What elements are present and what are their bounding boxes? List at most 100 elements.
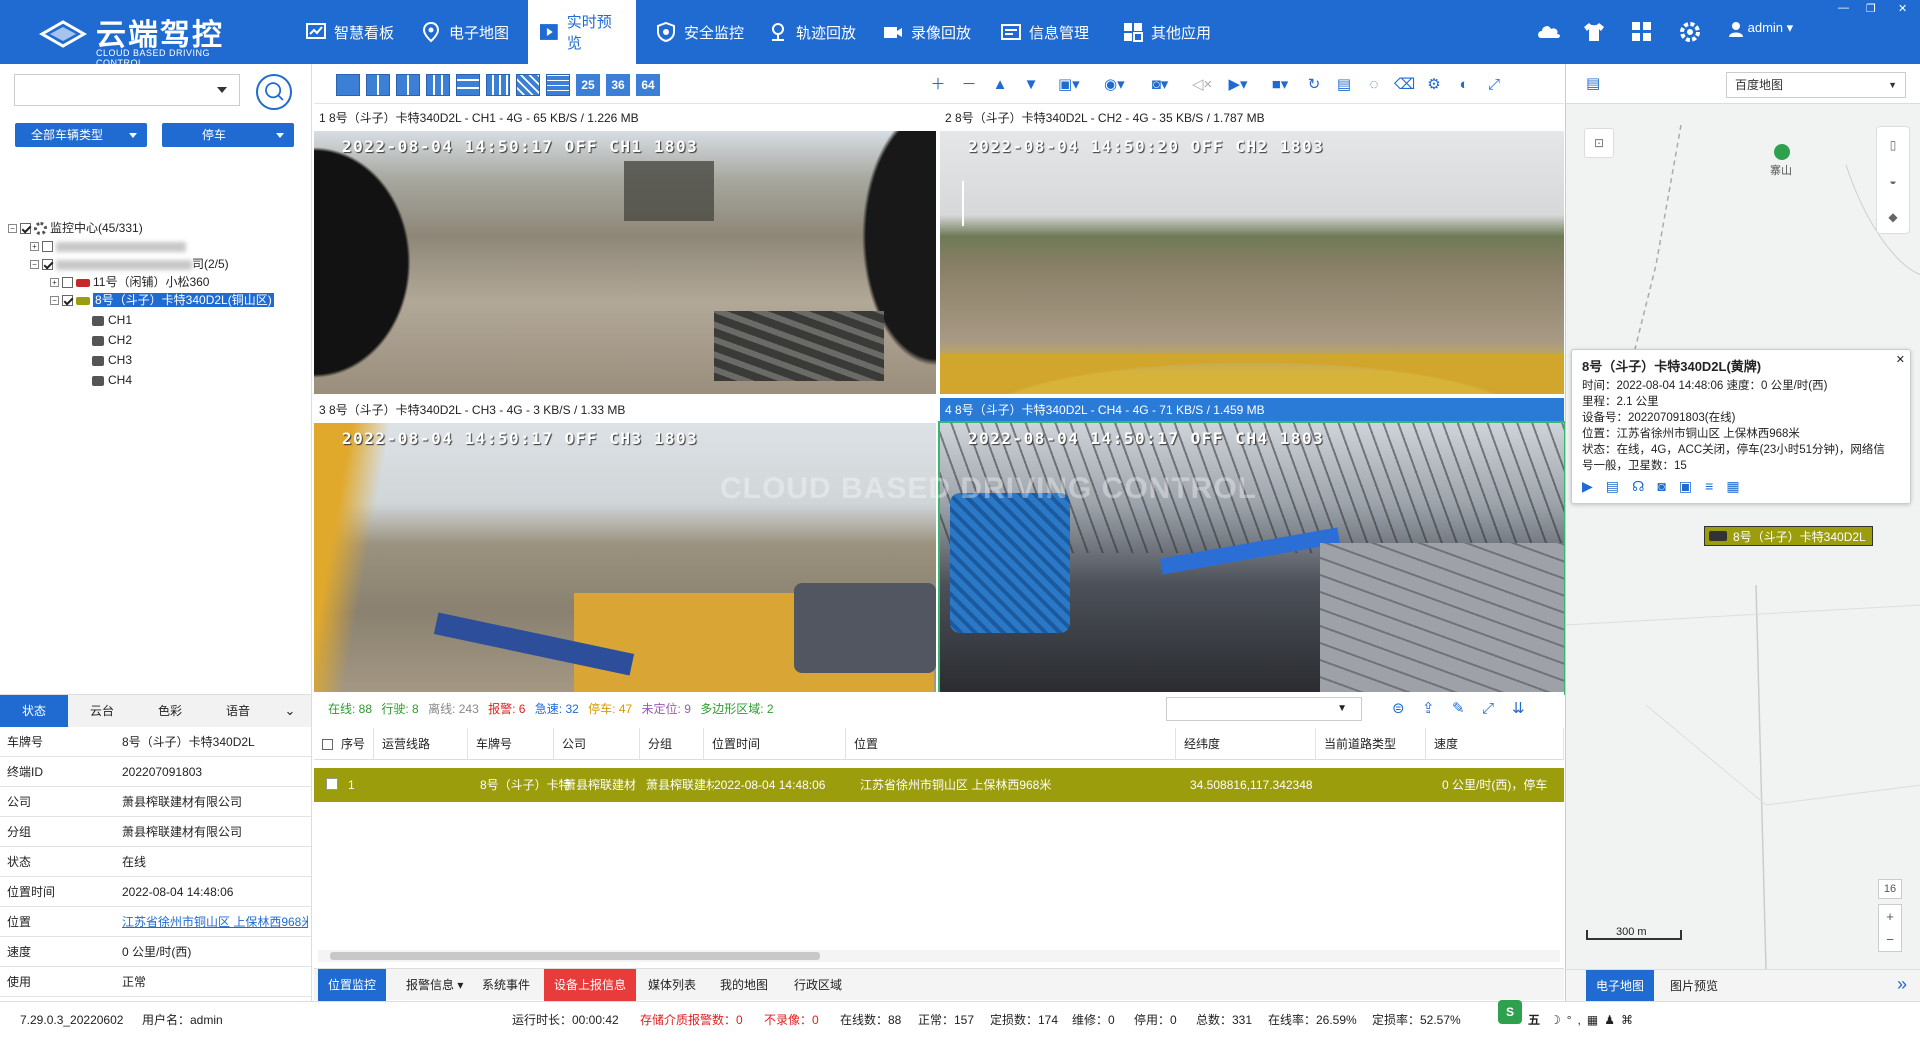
- close-icon[interactable]: ✕: [1898, 2, 1907, 15]
- nav-realtime-preview[interactable]: 实时预览: [528, 0, 636, 64]
- traffic-icon[interactable]: ▯: [1877, 127, 1909, 163]
- zoom-out-icon[interactable]: −: [1879, 928, 1901, 951]
- col-location[interactable]: 位置: [846, 728, 1176, 760]
- layout-6-button[interactable]: [426, 74, 450, 96]
- col-position-time[interactable]: 位置时间: [704, 728, 846, 760]
- layout-icon[interactable]: [1628, 18, 1656, 46]
- collapse-icon[interactable]: −: [30, 260, 39, 270]
- layout-8-button[interactable]: [456, 74, 480, 96]
- ime-toolbar-icons[interactable]: ☽°,▦♟⌘: [1550, 1002, 1639, 1038]
- tab-media-list[interactable]: 媒体列表: [638, 969, 706, 1001]
- tree-root[interactable]: − 监控中心(45/331): [8, 219, 143, 237]
- loading-icon[interactable]: ◌: [1364, 76, 1384, 94]
- chevron-down-icon[interactable]: ⌄: [272, 695, 308, 727]
- nav-video-playback[interactable]: 录像回放: [872, 0, 981, 64]
- tree-channel-1[interactable]: CH1: [92, 311, 132, 329]
- col-route[interactable]: 运营线路: [374, 728, 468, 760]
- tree-group-2-checkbox[interactable]: [42, 259, 53, 271]
- tab-status[interactable]: 状态: [0, 695, 68, 727]
- vehicle-type-dropdown[interactable]: 全部车辆类型: [15, 123, 147, 147]
- layout-10-button[interactable]: [516, 74, 540, 96]
- tab-color[interactable]: 色彩: [136, 695, 204, 727]
- layout-25-button[interactable]: 25: [576, 74, 600, 96]
- fullscreen-icon[interactable]: ⤢: [1484, 76, 1504, 94]
- tab-device-report[interactable]: 设备上报信息: [544, 969, 637, 1001]
- headset-icon[interactable]: ☊: [1632, 478, 1657, 494]
- layout-9-button[interactable]: [486, 74, 510, 96]
- row-checkbox[interactable]: [326, 778, 338, 790]
- cloud-icon[interactable]: [1535, 18, 1563, 46]
- layout-1-button[interactable]: [336, 74, 360, 96]
- tab-ptz[interactable]: 云台: [68, 695, 136, 727]
- stream-menu-icon[interactable]: ◉▾: [1104, 76, 1125, 94]
- ime-mode[interactable]: 五: [1528, 1002, 1540, 1038]
- layout-2-button[interactable]: [366, 74, 390, 96]
- minimize-icon[interactable]: —: [1838, 2, 1849, 14]
- tilt-up-icon[interactable]: ▲: [990, 76, 1010, 94]
- expand-icon[interactable]: +: [30, 242, 39, 252]
- tab-electronic-map[interactable]: 电子地图: [1586, 970, 1655, 1002]
- tab-position-monitor[interactable]: 位置监控: [318, 969, 387, 1001]
- satellite-icon[interactable]: ◒: [1877, 163, 1909, 199]
- search-button[interactable]: [256, 74, 292, 110]
- gear-icon[interactable]: [1676, 18, 1704, 46]
- restore-icon[interactable]: ❐: [1866, 2, 1876, 15]
- save-icon[interactable]: ▤: [1586, 74, 1600, 92]
- select-all-checkbox[interactable]: [322, 739, 333, 751]
- stop-menu-icon[interactable]: ■▾: [1270, 76, 1290, 94]
- window-menu-icon[interactable]: ▣▾: [1058, 76, 1080, 94]
- tree-group-1-checkbox[interactable]: [42, 241, 53, 253]
- tree-channel-4[interactable]: CH4: [92, 371, 132, 389]
- mountain-poi-icon[interactable]: [1774, 144, 1790, 160]
- settings-icon[interactable]: ⚙: [1424, 76, 1444, 94]
- collapse-icon[interactable]: −: [50, 296, 59, 306]
- tab-my-map[interactable]: 我的地图: [710, 969, 778, 1001]
- tree-vehicle-8-checkbox[interactable]: [62, 295, 73, 307]
- col-index[interactable]: 序号: [314, 728, 374, 760]
- zoom-in-icon[interactable]: +: [1879, 905, 1901, 928]
- col-lnglat[interactable]: 经纬度: [1176, 728, 1316, 760]
- tree-vehicle-11[interactable]: +11号（闲铺）小松360: [50, 273, 209, 291]
- col-plate[interactable]: 车牌号: [468, 728, 554, 760]
- nav-info-management[interactable]: 信息管理: [990, 0, 1099, 64]
- grid-icon[interactable]: ▦: [1726, 478, 1752, 494]
- save-icon[interactable]: ▤: [1334, 76, 1354, 94]
- vehicle-search-select[interactable]: [14, 74, 240, 106]
- play-menu-icon[interactable]: ▶▾: [1228, 76, 1248, 94]
- delete-icon[interactable]: ⌫: [1394, 76, 1415, 94]
- nav-security[interactable]: 安全监控: [645, 0, 754, 64]
- map-provider-select[interactable]: 百度地图 ▼: [1726, 72, 1906, 98]
- expand-icon[interactable]: +: [50, 278, 59, 288]
- nav-map[interactable]: 电子地图: [410, 0, 519, 64]
- zoom-out-icon[interactable]: －: [959, 76, 979, 94]
- layers-icon[interactable]: ⊜: [1392, 692, 1405, 726]
- tab-voice[interactable]: 语音: [204, 695, 272, 727]
- filter-select[interactable]: ▼: [1166, 697, 1362, 721]
- layout-64-button[interactable]: 64: [636, 74, 660, 96]
- tree-group-2[interactable]: − 司(2/5): [30, 255, 229, 273]
- col-group[interactable]: 分组: [640, 728, 704, 760]
- tree-channel-3[interactable]: CH3: [92, 351, 132, 369]
- nav-dashboard[interactable]: 智慧看板: [295, 0, 404, 64]
- table-row[interactable]: 1 8号（斗子）卡特 萧县榨联建材 萧县榨联建材 2022-08-04 14:4…: [314, 768, 1564, 802]
- nav-other-apps[interactable]: 其他应用: [1112, 0, 1221, 64]
- col-company[interactable]: 公司: [554, 728, 640, 760]
- expand-icon[interactable]: ⤢: [1482, 692, 1494, 726]
- horizontal-scrollbar[interactable]: [318, 950, 1560, 962]
- list-icon[interactable]: ≡: [1705, 478, 1726, 494]
- document-icon[interactable]: ▤: [1606, 478, 1632, 494]
- expand-right-icon[interactable]: »: [1897, 974, 1907, 995]
- tab-admin-region[interactable]: 行政区域: [784, 969, 852, 1001]
- map-locate-icon[interactable]: ⊡: [1584, 128, 1614, 158]
- camera-icon[interactable]: ◙: [1657, 478, 1678, 494]
- tab-alarm-info[interactable]: 报警信息 ▾: [396, 969, 473, 1001]
- tree-vehicle-11-checkbox[interactable]: [62, 277, 73, 289]
- play-icon[interactable]: ▶: [1582, 478, 1606, 494]
- tree-vehicle-8[interactable]: − 8号（斗子）卡特340D2L(铜山区): [50, 291, 274, 309]
- chat-icon[interactable]: ▣: [1679, 478, 1705, 494]
- location-link[interactable]: 江苏省徐州市铜山区 上保林西968米: [122, 907, 308, 937]
- layout-36-button[interactable]: 36: [606, 74, 630, 96]
- close-icon[interactable]: ✕: [1896, 353, 1905, 366]
- collapse-icon[interactable]: −: [8, 224, 17, 234]
- video-feed-2[interactable]: 2022-08-04 14:50:20 OFF CH2 1803: [940, 131, 1564, 394]
